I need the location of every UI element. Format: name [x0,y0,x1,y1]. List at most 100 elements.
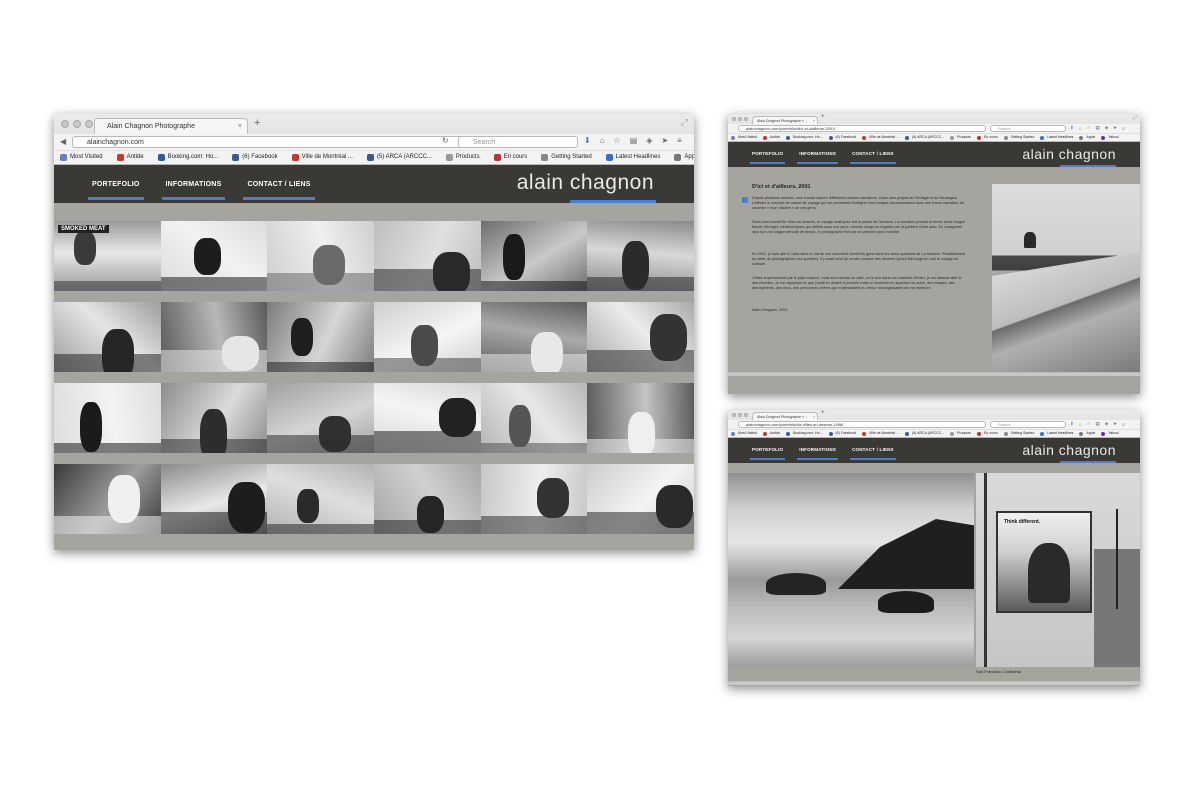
expand-marker[interactable] [742,197,748,203]
bookmark-item[interactable]: (6) Facebook [828,430,856,437]
nav-informations[interactable]: INFORMATIONS [797,151,839,164]
bookmark-item[interactable]: (6) Facebook [828,134,856,141]
bookmark-item[interactable]: Ville de Montréal ... [291,151,353,164]
search-input[interactable]: Search [458,136,578,148]
bookmark-item[interactable]: (5) ARCA (ARCCC... [905,134,944,141]
download-icon[interactable]: ⬇ [1070,421,1074,427]
portfolio-thumbnail[interactable] [373,464,481,534]
bookmark-item[interactable]: Apple [1079,430,1095,437]
billboard-photo[interactable]: Think different. [976,473,1140,667]
bookmark-item[interactable]: Getting Started [541,151,592,164]
back-icon[interactable]: ◀ [60,137,66,146]
bookmark-item[interactable]: Latest Headlines [1040,134,1073,141]
home-icon[interactable]: ⌂ [1079,422,1082,427]
zoom-window-dot[interactable] [744,413,748,417]
portfolio-thumbnail[interactable] [587,464,694,534]
bookmark-item[interactable]: Ville de Montréal ... [862,430,899,437]
bookmark-item[interactable]: Antide [763,430,780,437]
portfolio-thumbnail[interactable] [160,383,268,453]
nav-portefolio[interactable]: PORTEFOLIO [750,447,786,460]
bookmark-item[interactable]: Getting Started [1003,134,1034,141]
send-icon[interactable]: ➤ [661,136,668,145]
portfolio-thumbnail[interactable] [587,302,694,372]
library-icon[interactable]: ▤ [630,136,638,145]
new-tab-icon[interactable]: + [821,114,825,120]
search-input[interactable]: Search [990,421,1066,428]
bookmark-item[interactable]: Products [950,134,971,141]
browser-tab[interactable]: Alain Chagnon Photographe × [94,118,248,134]
zoom-window-dot[interactable] [744,117,748,121]
home-icon[interactable]: ⌂ [600,136,605,145]
bookmark-item[interactable]: Booking.com: Ho... [785,430,823,437]
bookmark-item[interactable]: Booking.com: Ho... [157,151,218,164]
zoom-window-dot[interactable] [85,120,93,128]
new-tab-icon[interactable]: + [821,410,825,416]
portfolio-thumbnail[interactable] [54,383,161,453]
close-tab-icon[interactable]: × [238,119,242,134]
bookmark-star-icon[interactable]: ☆ [1087,125,1091,131]
pocket-icon[interactable]: ◈ [1105,125,1108,131]
bookmark-item[interactable]: Yahoo! [1101,430,1119,437]
portfolio-thumbnail[interactable] [373,302,481,372]
beach-photo[interactable] [728,473,974,667]
bookmark-item[interactable]: (5) ARCA (ARCCC... [366,151,432,164]
portfolio-thumbnail[interactable] [587,221,694,291]
menu-icon[interactable]: ≡ [1122,422,1125,427]
portfolio-thumbnail[interactable] [160,302,268,372]
reload-icon[interactable]: ↻ [442,136,449,145]
bookmark-item[interactable]: Getting Started [1003,430,1034,437]
portfolio-thumbnail[interactable] [480,464,588,534]
bookmark-item[interactable]: (6) Facebook [232,151,278,164]
search-input[interactable]: Search [990,125,1066,132]
seawall-photo[interactable] [992,184,1140,372]
home-icon[interactable]: ⌂ [1079,126,1082,131]
nav-contact[interactable]: CONTACT / LIENS [850,151,896,164]
url-bar[interactable]: alainchagnon.com/portefolio/de-villes-en… [738,421,986,428]
portfolio-thumbnail[interactable] [267,221,374,291]
download-icon[interactable]: ⬇ [1070,125,1074,131]
bookmark-item[interactable]: Latest Headlines [1040,430,1073,437]
minimize-window-dot[interactable] [73,120,81,128]
library-icon[interactable]: ▤ [1096,421,1100,427]
portfolio-thumbnail[interactable] [480,302,588,372]
close-window-dot[interactable] [61,120,69,128]
bookmark-item[interactable]: Products [950,430,971,437]
close-window-dot[interactable] [732,413,736,417]
menu-icon[interactable]: ≡ [677,136,682,145]
bookmark-item[interactable]: Yahoo! [1101,134,1119,141]
nav-contact[interactable]: CONTACT / LIENS [850,447,896,460]
portfolio-thumbnail[interactable] [54,464,161,534]
site-logo[interactable]: alain chagnon [1022,442,1116,458]
bookmark-item[interactable]: Booking.com: Ho... [785,134,823,141]
bookmark-item[interactable]: Latest Headlines [605,151,660,164]
pocket-icon[interactable]: ◈ [1105,421,1108,427]
download-icon[interactable]: ⬇ [584,136,591,145]
bookmark-item[interactable]: Products [445,151,480,164]
bookmark-item[interactable]: Most Visited [731,430,757,437]
send-icon[interactable]: ➤ [1113,125,1117,131]
close-tab-icon[interactable]: × [813,413,815,420]
bookmark-item[interactable]: En cours [493,151,527,164]
portfolio-thumbnail[interactable] [267,302,374,372]
new-tab-icon[interactable]: + [254,117,260,129]
close-tab-icon[interactable]: × [813,117,815,124]
bookmark-item[interactable]: (5) ARCA (ARCCC... [905,430,944,437]
bookmark-item[interactable]: Antide [116,151,144,164]
library-icon[interactable]: ▤ [1096,125,1100,131]
nav-portefolio[interactable]: PORTEFOLIO [750,151,786,164]
pocket-icon[interactable]: ◈ [646,136,652,145]
portfolio-thumbnail[interactable] [480,221,588,291]
portfolio-thumbnail[interactable] [160,464,268,534]
bookmark-item[interactable]: Most Visited [731,134,757,141]
fullscreen-icon[interactable]: ⤢ [681,117,688,128]
site-logo[interactable]: alain chagnon [517,171,654,195]
bookmark-item[interactable]: En cours [976,134,998,141]
fullscreen-icon[interactable]: ⤢ [1133,115,1137,121]
bookmark-item[interactable]: Antide [763,134,780,141]
bookmark-item[interactable]: En cours [976,430,998,437]
bookmark-item[interactable]: Ville de Montréal ... [862,134,899,141]
portfolio-thumbnail[interactable] [373,383,481,453]
portfolio-thumbnail[interactable] [480,383,588,453]
portfolio-thumbnail[interactable] [160,221,268,291]
close-window-dot[interactable] [732,117,736,121]
